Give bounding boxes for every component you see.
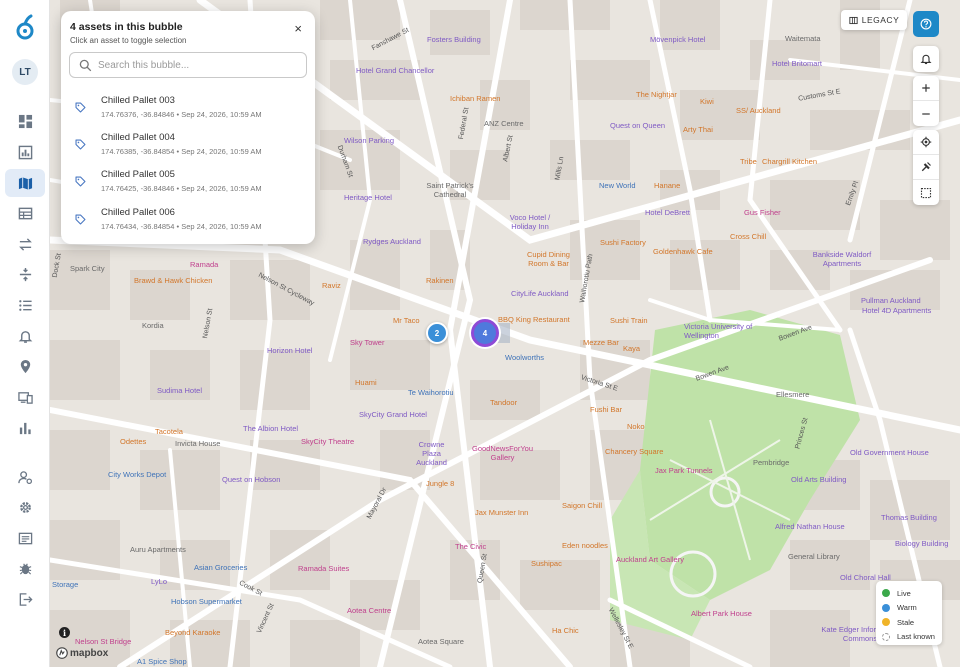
nav-settings[interactable] — [5, 493, 45, 521]
nav-devices[interactable] — [5, 383, 45, 411]
bubble-search[interactable] — [69, 52, 307, 78]
zoom-in-button[interactable] — [913, 76, 939, 101]
gear-icon — [19, 501, 31, 513]
bubble-assets-popup: 4 assets in this bubble Click an asset t… — [61, 11, 315, 244]
draw-tool-button[interactable] — [913, 155, 939, 180]
legend-item-live: Live — [882, 586, 936, 601]
nav-id-card[interactable] — [5, 524, 45, 552]
search-icon — [79, 59, 92, 71]
popup-subtitle: Click an asset to toggle selection — [70, 36, 187, 45]
asset-row[interactable]: Chilled Pallet 005 174.76425, -36.84846 … — [67, 165, 309, 200]
mapbox-attribution[interactable]: mapbox — [56, 647, 108, 659]
cluster-bubble-4-selected[interactable]: 4 — [471, 319, 499, 347]
zoom-controls — [913, 76, 939, 126]
mapbox-logo-icon — [56, 647, 68, 659]
nav-split[interactable] — [5, 260, 45, 288]
dashboard-icon — [18, 114, 32, 128]
user-settings-icon — [17, 470, 32, 484]
app-logo[interactable] — [15, 14, 35, 42]
tag-icon — [75, 139, 86, 150]
asset-row[interactable]: Chilled Pallet 006 174.76434, -36.84854 … — [67, 203, 309, 238]
asset-meta: 174.76434, -36.84854 • Sep 24, 2026, 10:… — [101, 222, 262, 231]
nav-table[interactable] — [5, 199, 45, 227]
asset-row[interactable]: Chilled Pallet 003 174.76376, -36.84846 … — [67, 91, 309, 126]
nav-transfer[interactable] — [5, 230, 45, 258]
asset-meta: 174.76385, -36.84854 • Sep 24, 2026, 10:… — [101, 147, 262, 156]
asset-name: Chilled Pallet 003 — [101, 95, 175, 106]
asset-meta: 174.76376, -36.84846 • Sep 24, 2026, 10:… — [101, 110, 262, 119]
nav-locations[interactable] — [5, 352, 45, 380]
bar-chart-icon — [19, 422, 31, 434]
notifications-button[interactable] — [913, 46, 939, 72]
list-icon — [18, 299, 32, 311]
box-select-icon — [920, 187, 932, 198]
sidebar: LT — [0, 0, 50, 667]
popup-title: 4 assets in this bubble — [70, 21, 183, 33]
bug-icon — [19, 563, 31, 575]
logout-icon — [19, 592, 33, 606]
plus-icon — [922, 84, 930, 92]
legacy-label: LEGACY — [861, 15, 900, 25]
table-icon — [18, 207, 32, 219]
nav-user-settings[interactable] — [5, 463, 45, 491]
asset-name: Chilled Pallet 004 — [101, 132, 175, 143]
location-pin-icon — [20, 359, 30, 373]
nav-reports[interactable] — [5, 138, 45, 166]
nav-logout[interactable] — [5, 585, 45, 613]
close-icon[interactable]: × — [294, 22, 302, 35]
info-icon[interactable]: i — [59, 627, 70, 638]
id-card-icon — [18, 532, 32, 544]
nav-alerts[interactable] — [5, 322, 45, 350]
legend-item-warm: Warm — [882, 601, 936, 616]
zoom-out-button[interactable] — [913, 101, 939, 126]
avatar[interactable]: LT — [12, 59, 38, 85]
bubble-search-input[interactable] — [98, 59, 298, 71]
nav-map[interactable] — [5, 169, 45, 197]
bell-icon — [18, 330, 32, 343]
locate-button[interactable] — [913, 130, 939, 155]
status-legend: Live Warm Stale Last known — [876, 581, 942, 645]
map-icon — [18, 176, 32, 190]
asset-name: Chilled Pallet 005 — [101, 169, 175, 180]
nav-debug[interactable] — [5, 554, 45, 582]
reports-icon — [18, 145, 32, 159]
tag-icon — [75, 102, 86, 113]
nav-dashboard[interactable] — [5, 107, 45, 135]
asset-meta: 174.76425, -36.84846 • Sep 24, 2026, 10:… — [101, 184, 262, 193]
map-tools — [913, 130, 939, 205]
legend-item-last-known: Last known — [882, 630, 936, 645]
box-select-button[interactable] — [913, 180, 939, 205]
bell-icon — [920, 54, 932, 65]
devices-icon — [17, 391, 33, 404]
help-icon — [920, 18, 932, 30]
minus-icon — [922, 112, 930, 115]
nav-list[interactable] — [5, 291, 45, 319]
crosshair-icon — [920, 136, 932, 148]
nav-analytics[interactable] — [5, 414, 45, 442]
transfer-icon — [18, 237, 32, 251]
legend-item-stale: Stale — [882, 615, 936, 630]
map-icon — [849, 16, 858, 24]
split-icon — [19, 267, 31, 281]
pin-tool-icon — [921, 162, 931, 172]
legacy-button[interactable]: LEGACY — [841, 10, 907, 30]
help-button[interactable] — [913, 11, 939, 37]
cluster-bubble-2[interactable]: 2 — [426, 322, 448, 344]
asset-row[interactable]: Chilled Pallet 004 174.76385, -36.84854 … — [67, 128, 309, 163]
tag-icon — [75, 214, 86, 225]
tag-icon — [75, 176, 86, 187]
asset-name: Chilled Pallet 006 — [101, 207, 175, 218]
